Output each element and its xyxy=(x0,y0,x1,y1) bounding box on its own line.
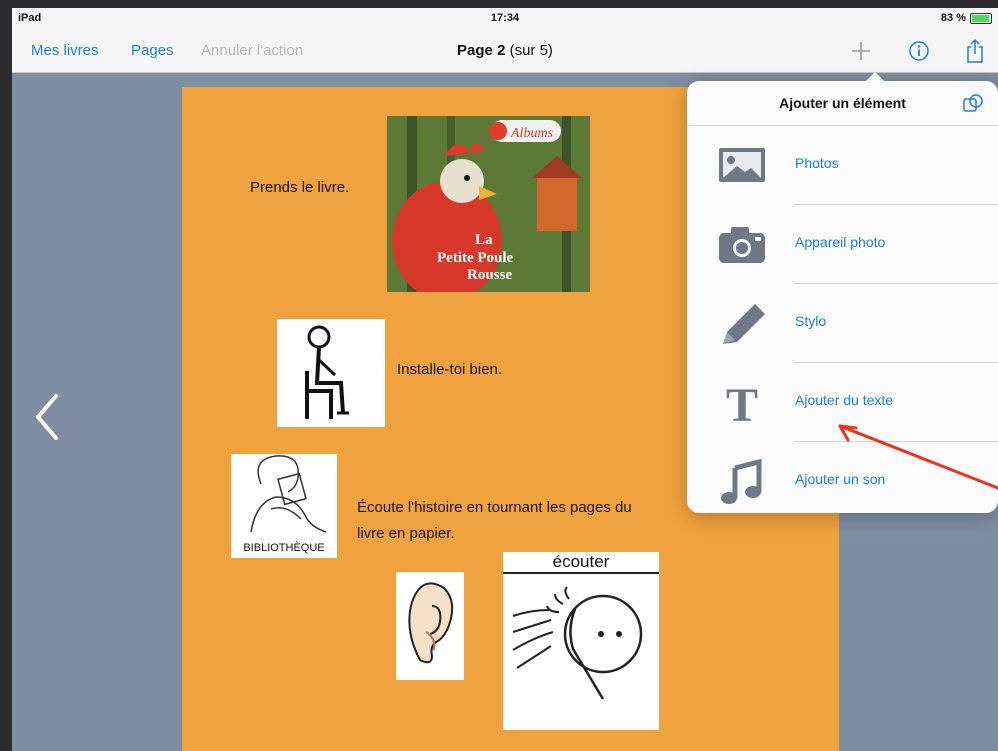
pictogram-sitting[interactable] xyxy=(277,319,385,427)
share-icon[interactable] xyxy=(962,38,988,64)
plus-icon[interactable] xyxy=(848,38,874,64)
status-time: 17:34 xyxy=(490,12,520,24)
add-element-popover: Ajouter un élément Photos Appareil photo xyxy=(687,72,998,513)
cover-title-3: Rousse xyxy=(467,267,512,283)
listen-label: écouter xyxy=(503,552,659,574)
cover-title-1: La xyxy=(475,232,493,248)
page-number: Page 2 xyxy=(457,42,506,59)
battery-percent: 83 % xyxy=(940,12,966,24)
info-icon[interactable] xyxy=(906,38,932,64)
status-bar: iPad 17:34 83 % xyxy=(12,8,998,30)
nav-bar: Mes livres Pages Annuler l'action Page 2… xyxy=(12,30,998,73)
svg-text:T: T xyxy=(726,379,758,427)
menu-item-camera[interactable]: Appareil photo xyxy=(687,205,998,284)
menu-item-photos[interactable]: Photos xyxy=(687,126,998,205)
text-sit-well[interactable]: Installe-toi bien. xyxy=(397,361,502,378)
book-cover-image[interactable]: Albums La Petite Poule Rousse xyxy=(387,116,590,292)
pictogram-ear[interactable] xyxy=(396,572,464,680)
music-note-icon xyxy=(715,458,769,506)
menu-label-camera: Appareil photo xyxy=(795,234,886,250)
cover-brand: Albums xyxy=(510,126,554,141)
pictogram-library[interactable]: BIBLIOTHÈQUE xyxy=(231,454,337,558)
popover-title: Ajouter un élément xyxy=(779,95,906,111)
menu-item-add-sound[interactable]: Ajouter un son xyxy=(687,442,998,521)
device-frame: iPad 17:34 83 % Mes livres Pages Annuler… xyxy=(0,0,998,751)
library-label: BIBLIOTHÈQUE xyxy=(243,542,325,554)
photo-icon xyxy=(715,142,769,190)
text-icon: T xyxy=(715,379,769,432)
battery-icon xyxy=(970,12,992,24)
menu-item-add-text[interactable]: T Ajouter du texte xyxy=(687,363,998,442)
layers-icon[interactable] xyxy=(962,93,984,118)
menu-item-pen[interactable]: Stylo xyxy=(687,284,998,363)
camera-icon xyxy=(715,221,769,269)
menu-label-photos: Photos xyxy=(795,155,839,171)
menu-label-add-text: Ajouter du texte xyxy=(795,392,894,408)
page-count: (sur 5) xyxy=(509,42,553,59)
screen: iPad 17:34 83 % Mes livres Pages Annuler… xyxy=(12,8,998,751)
cover-title-2: Petite Poule xyxy=(437,250,514,266)
text-listen-line2[interactable]: livre en papier. xyxy=(357,525,455,542)
text-listen-line1[interactable]: Écoute l'histoire en tournant les pages … xyxy=(357,499,632,516)
battery-fill xyxy=(972,14,989,22)
back-arrow-icon[interactable] xyxy=(32,392,62,442)
text-take-book[interactable]: Prends le livre. xyxy=(250,179,349,196)
menu-label-pen: Stylo xyxy=(795,313,827,329)
pictogram-listen[interactable]: écouter xyxy=(503,552,659,730)
pencil-icon xyxy=(715,300,769,348)
popover-header: Ajouter un élément xyxy=(687,81,998,126)
menu-label-add-sound: Ajouter un son xyxy=(795,471,886,487)
